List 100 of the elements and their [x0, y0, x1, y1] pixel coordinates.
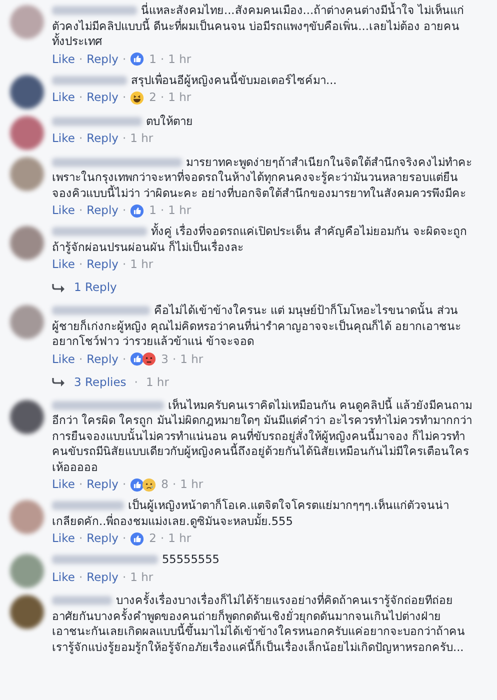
middle-dot: · — [78, 568, 83, 586]
timestamp: 1 hr — [168, 50, 192, 68]
comment-text: อาศัยกันบางครั้งคำพูดของคนถ่ายก็พูดกดดันเชิงยั่วยุกดดันมากจนเกินไปต่างฝ่าย — [52, 608, 442, 623]
reaction-count: 2 — [149, 530, 156, 547]
timestamp: 1 hr — [130, 256, 154, 273]
middle-dot: · — [160, 202, 164, 219]
like-link[interactable]: Like — [52, 50, 75, 68]
middle-dot: · — [172, 476, 176, 493]
reply-link[interactable]: Reply — [86, 476, 118, 493]
comment-text: เห้อออออ — [52, 460, 99, 475]
like-link[interactable]: Like — [52, 476, 75, 493]
thumbs-up-icon — [130, 204, 144, 218]
laughing-face-icon — [130, 90, 144, 104]
blurred-name — [52, 501, 124, 510]
middle-dot: · — [78, 50, 83, 68]
timestamp: 1 hr — [180, 476, 204, 493]
middle-dot: · — [122, 256, 126, 273]
thumbs-up-icon — [130, 532, 144, 546]
middle-dot: · — [122, 202, 126, 219]
avatar — [10, 500, 44, 534]
reaction-count: 1 — [149, 50, 156, 68]
thumbs-up-icon — [130, 52, 144, 66]
middle-dot: · — [160, 89, 164, 106]
like-link[interactable]: Like — [52, 530, 75, 547]
middle-dot: · — [78, 530, 83, 547]
middle-dot: · — [122, 89, 126, 106]
comment-text: ผู้ชายก็เก่งกะผู้หญิง คุณไม่คิดหรอว่าคนที่น่ารำคาญอาจจะเป็นคุณก็ได้ อยากเอาชนะ — [52, 318, 462, 334]
reply-link[interactable]: Reply — [86, 202, 118, 219]
like-link[interactable]: Like — [52, 350, 75, 368]
comment-text: เพราะในกรุงเทพกว่าจะหาที่จอดรถในห้างได้ทุกคนคงจะรู้คะว่ามันวนหลายรอบแต่ยืน — [52, 170, 459, 185]
angry-face-icon — [142, 352, 156, 366]
like-link[interactable]: Like — [52, 202, 75, 219]
timestamp: 1 hr — [130, 130, 154, 147]
comment-text: ตัวคงไม่มีคลิปแบบนี้ ดีนะที่ผมเป็นคนจน บ่อมีรถแพงๆขับคือเพิ่น...เลยไม่ต้อง อายคน — [52, 18, 461, 33]
reaction-count: 1 — [149, 202, 156, 219]
blurred-name — [52, 596, 112, 606]
middle-dot: · — [122, 530, 126, 547]
timestamp: 1 hr — [180, 350, 204, 368]
middle-dot: · — [78, 89, 83, 106]
reply-link[interactable]: Reply — [86, 256, 118, 273]
middle-dot: · — [122, 568, 126, 586]
reply-link[interactable]: Reply — [86, 89, 118, 106]
reaction-count: 2 — [149, 89, 156, 106]
avatar — [10, 305, 44, 339]
reply-link[interactable]: Reply — [86, 530, 118, 547]
avatar — [10, 400, 44, 434]
reply-link[interactable]: Reply — [86, 350, 118, 368]
comment-text: สรุปเพื่อนอีผู้หญิงคนนี้ขับมอเตอร์ไซค์มา... — [131, 72, 337, 88]
middle-dot: · — [122, 350, 126, 368]
comment-text: ตบให้ตาย — [146, 114, 193, 129]
timestamp: 1 hr — [168, 530, 192, 547]
reply-link[interactable]: Reply — [86, 50, 118, 68]
comment-text: อยากโชว์ฟาว ว่ารวยแล้วข้าแน่ ข้าจะจอด — [52, 334, 256, 350]
avatar — [10, 226, 44, 260]
comment-text: คนขับรถมีนิสัยแบบเดียวกับผู้หญิงคนนี้ถึงอยู่ด้วยกันได้นิสัยเหมือนกันไม่มีใครเตือนใคร — [52, 444, 470, 460]
reply-arrow-icon — [52, 282, 66, 294]
middle-dot: · — [160, 50, 164, 68]
comment-text: ทั้งประเทศ — [52, 34, 103, 50]
comment-text: นี่แหละสังคมไทย...สังคมคนเมือง...ถ้าต่างคนต่างมีน้ำใจ ไม่เห็นแก่ — [141, 3, 464, 18]
comment-text: คือไม่ได้เข้าข้างใครนะ แต่ มนุษย์ป้าก็โมโหอะไรขนาดนั้น ส่วน — [154, 303, 458, 318]
comment-text: มารยาทคะพูดง่ายๆถ้าสำเนียกในจิตใต้สำนึกจริงคงไม่ทำคะ — [186, 154, 472, 170]
timestamp: 1 hr — [168, 202, 192, 219]
comment-text: เรารู้จักแบ่งรู้ยอมรู้กให้อรู้จักอภัยเรื่องแค่นี้ก็เป็นเรื่องเล็กน้อยไม่เกิดปัญหาหรอกครับ... — [52, 640, 465, 655]
like-link[interactable]: Like — [52, 568, 75, 586]
comment-text: อีกว่า ใครผิด ใครถูก มันไม่ผิดกฎหมายใดๆ มันมีแต่คำว่า อะไรควรทำไม่ควรทำมากกว่า — [52, 413, 473, 428]
timestamp: 1 hr — [168, 89, 192, 106]
reaction-count: 8 — [161, 476, 168, 493]
middle-dot: · — [122, 50, 126, 68]
reaction-count: 3 — [161, 350, 168, 368]
like-link[interactable]: Like — [52, 256, 75, 273]
like-link[interactable]: Like — [52, 89, 75, 106]
reply-link[interactable]: Reply — [86, 130, 118, 147]
comment-text: เห็นไหมครับคนเราคิดไม่เหมือนกัน คนดูคลิปนี้ แล้วยังมีคนถาม — [168, 398, 472, 413]
timestamp: 1 hr — [130, 568, 154, 586]
timestamp: 1 hr — [146, 374, 169, 390]
avatar — [10, 156, 44, 190]
middle-dot: · — [134, 374, 138, 390]
comment-text: จองคิวแบบนี้ไม่ว่า ว่าผิดนะคะ อย่างที่บอกจิตใต้สำนึกของมารยาทในสังคมควรพึงมีคะ — [52, 186, 468, 201]
middle-dot: · — [78, 476, 83, 493]
avatar — [10, 5, 44, 39]
comment-text: เอาชนะกันเลยเกิดผลแบบนี้ขึ้นมาไม่ได้เข้าข้างใครหนอกครับแค่อยากจะบอกว่าถ้าคน — [52, 624, 466, 639]
middle-dot: · — [160, 530, 164, 547]
middle-dot: · — [78, 350, 83, 368]
sad-face-icon — [142, 478, 156, 492]
comment-text: 55555555 — [162, 552, 220, 568]
comment-text: เป็นผู้เหญิงหน้าตาก็โอเค.แตจิตใจโครตแย่มากๆๆๆ.เห็นแก่ตัวจนน่า — [128, 498, 450, 513]
thumbs-up-icon — [130, 352, 144, 366]
comment-text: บางครั้งเรื่องบางเรื่องก็ไม่ได้ร้ายแรงอย่างที่คิดถ้าคนเรารู้จักถ่อยทีถ่อย — [116, 593, 453, 608]
comment-text: ถ้ารู้จักผ่อนปรนผ่อนผัน ก็ไม่เป็นเรื่องละ — [52, 240, 245, 255]
reply-arrow-icon — [52, 376, 66, 388]
avatar — [10, 74, 44, 108]
replies-link[interactable]: 1 Reply — [74, 279, 117, 296]
reply-link[interactable]: Reply — [86, 568, 118, 586]
like-link[interactable]: Like — [52, 130, 75, 147]
replies-link[interactable]: 3 Replies — [74, 374, 126, 390]
middle-dot: · — [78, 256, 83, 273]
avatar — [10, 116, 44, 150]
comment-text: เกลียดคัก..พี่ถองชมแม่งเลย.ดูซิมันจะหลบมั้ย.555 — [52, 514, 294, 529]
comment-text: ทั้งคู่ เรื่องที่จอดรถแค่เปิดประเด็น สำคัญคือไม่ยอมกัน จะผิดจะถูก — [151, 224, 467, 240]
thumbs-up-icon — [130, 478, 144, 492]
